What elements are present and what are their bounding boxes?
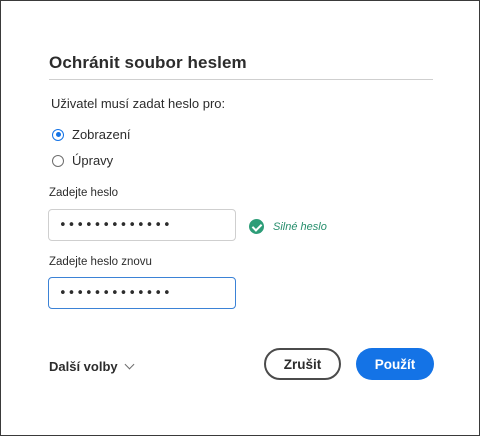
- radio-view-label: Zobrazení: [72, 127, 131, 142]
- apply-button[interactable]: Použít: [356, 348, 434, 380]
- radio-unselected-icon[interactable]: [52, 154, 64, 167]
- title-divider: [49, 79, 433, 80]
- dialog-window: Ochránit soubor heslem Uživatel musí zad…: [0, 0, 480, 436]
- radio-view[interactable]: Zobrazení: [52, 127, 131, 142]
- password-input[interactable]: [48, 209, 236, 241]
- password-strength-text: Silné heslo: [273, 220, 327, 233]
- radio-selected-icon[interactable]: [52, 128, 64, 141]
- password-repeat-input[interactable]: [48, 277, 236, 309]
- more-options-toggle[interactable]: Další volby: [49, 359, 135, 374]
- password-label: Zadejte heslo: [49, 187, 119, 199]
- permission-prompt: Uživatel musí zadat heslo pro:: [51, 96, 226, 111]
- password-repeat-label: Zadejte heslo znovu: [49, 256, 152, 268]
- dialog-title: Ochránit soubor heslem: [49, 53, 247, 72]
- radio-edit-label: Úpravy: [72, 153, 114, 168]
- chevron-down-icon: [124, 359, 135, 370]
- cancel-button[interactable]: Zrušit: [264, 348, 341, 380]
- more-options-label: Další volby: [49, 359, 118, 374]
- radio-edit[interactable]: Úpravy: [52, 153, 113, 168]
- password-strength: Silné heslo: [249, 219, 327, 234]
- checkmark-icon: [249, 219, 264, 234]
